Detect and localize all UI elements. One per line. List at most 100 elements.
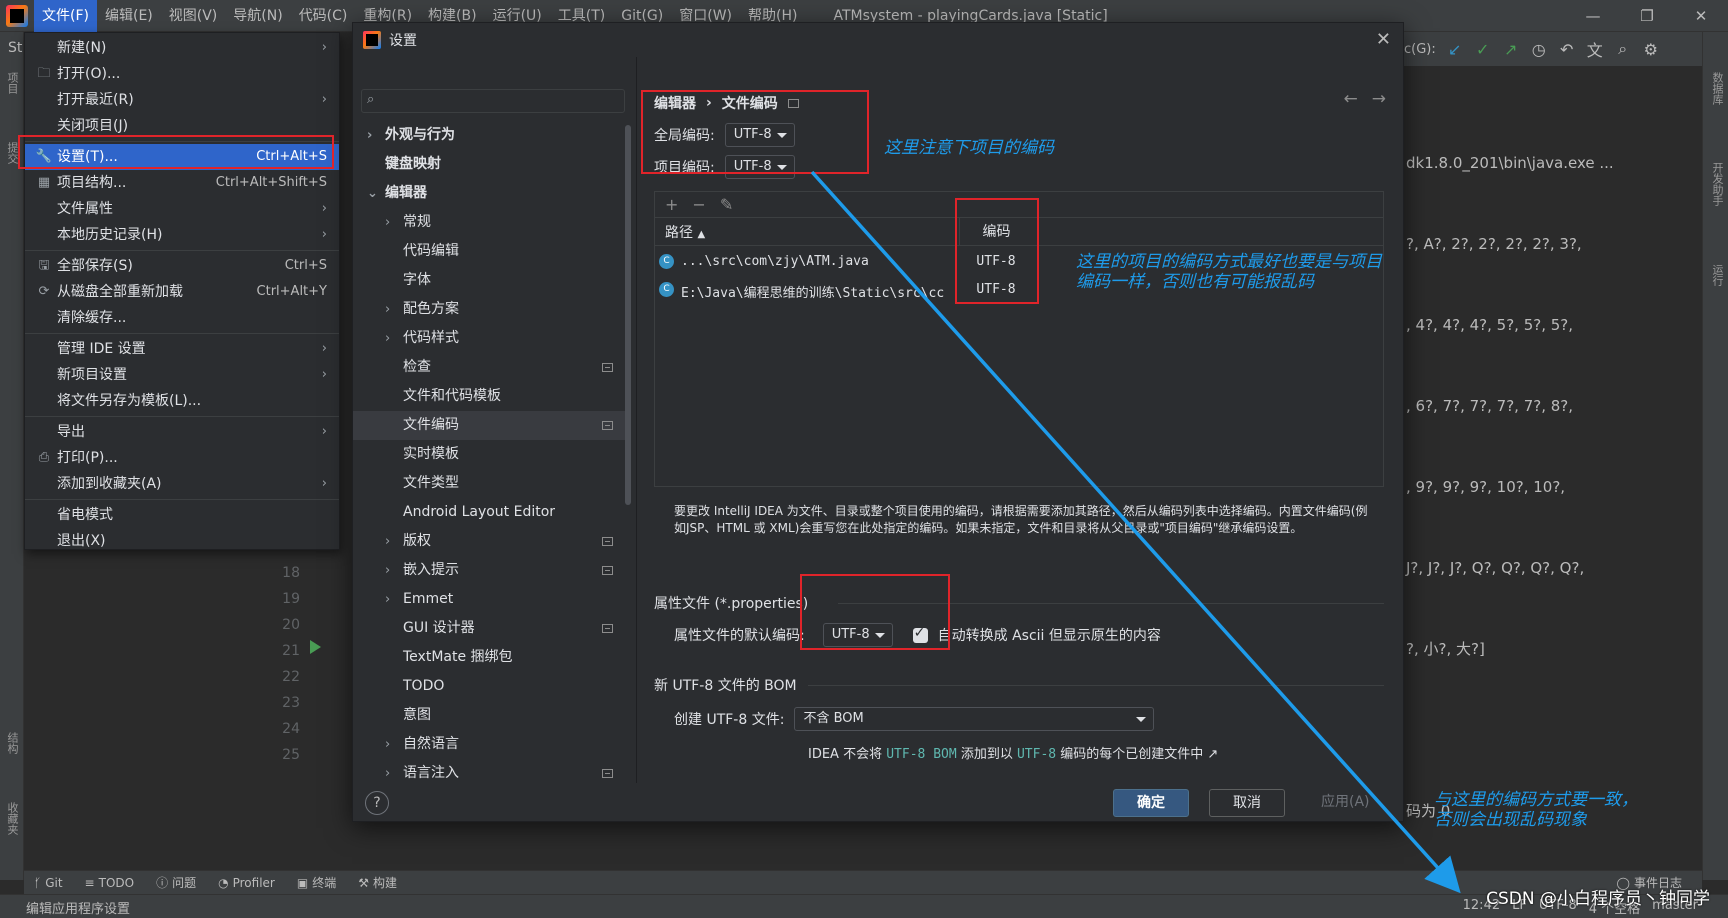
file-menu-item[interactable]: 退出(X) — [25, 528, 339, 554]
close-window-icon[interactable]: ✕ — [1674, 0, 1728, 32]
back-arrow-icon[interactable]: ← — [1344, 89, 1358, 109]
settings-tree-item[interactable]: 文件和代码模板 — [353, 382, 629, 411]
menu-item[interactable]: 代码(C) — [291, 0, 356, 32]
tool-problems[interactable]: ⓘ 问题 — [156, 874, 196, 891]
file-menu-item[interactable]: 打开最近(R) › — [25, 87, 339, 113]
file-menu-item[interactable]: 添加到收藏夹(A) › — [25, 471, 339, 497]
settings-tree-item[interactable]: › 自然语言 — [353, 730, 629, 759]
menu-item[interactable]: 编辑(E) — [97, 0, 161, 32]
forward-arrow-icon[interactable]: → — [1372, 89, 1386, 109]
settings-tree-item[interactable]: Android Layout Editor — [353, 498, 629, 527]
rollback-icon[interactable]: ↶ — [1558, 40, 1576, 59]
settings-search[interactable]: ⌕ — [361, 89, 625, 113]
apply-button[interactable]: 应用(A) — [1305, 789, 1386, 817]
tool-git[interactable]: ᚶ Git — [34, 876, 63, 890]
file-menu-item[interactable]: 文件属性 › — [25, 196, 339, 222]
settings-tree-item[interactable]: ⌄ 编辑器 — [353, 179, 629, 208]
chevron-right-icon[interactable]: › — [385, 295, 390, 324]
chevron-right-icon[interactable]: › — [385, 730, 390, 759]
note-line: 这里的项目的编码方式最好也要是与项目 — [1076, 252, 1382, 272]
file-menu-item[interactable]: 🖫 全部保存(S) Ctrl+S — [25, 253, 339, 279]
tool-run[interactable]: 运行 — [1709, 264, 1725, 286]
bom-select[interactable]: 不含 BOM — [794, 707, 1155, 731]
settings-tree-item[interactable]: 意图 — [353, 701, 629, 730]
file-menu-item[interactable]: 本地历史记录(H) › — [25, 222, 339, 248]
settings-tree-item[interactable]: › 嵌入提示 — [353, 556, 629, 585]
menu-item[interactable]: 视图(V) — [161, 0, 226, 32]
tool-project[interactable]: 项目 — [4, 72, 20, 94]
tool-structure[interactable]: 结构 — [4, 732, 20, 754]
settings-search-input[interactable] — [386, 92, 616, 110]
run-gutter-icon[interactable] — [310, 640, 321, 654]
settings-tree-item[interactable]: › 配色方案 — [353, 295, 629, 324]
tool-build[interactable]: ⚒ 构建 — [358, 874, 397, 891]
chevron-down-icon[interactable]: ⌄ — [367, 179, 378, 208]
file-menu-label: 退出(X) — [57, 533, 106, 549]
chevron-right-icon[interactable]: › — [385, 208, 390, 237]
settings-tree-item[interactable]: › 外观与行为 — [353, 121, 629, 150]
file-menu-item[interactable]: 🗀 打开(O)... — [25, 61, 339, 87]
git-push-icon[interactable]: ↗ — [1502, 40, 1520, 59]
settings-tree-item[interactable]: › 代码样式 — [353, 324, 629, 353]
restore-icon[interactable]: ❐ — [1620, 0, 1674, 32]
edit-icon[interactable]: ✎ — [720, 195, 733, 214]
editor-tab-fragment[interactable]: St — [8, 40, 22, 56]
project-scope-icon — [602, 421, 613, 430]
settings-tree-item[interactable]: 文件类型 — [353, 469, 629, 498]
chevron-right-icon[interactable]: › — [367, 121, 372, 150]
gear-icon[interactable]: ⚙ — [1642, 40, 1660, 59]
file-menu-item[interactable]: 管理 IDE 设置 › — [25, 336, 339, 362]
file-menu-item[interactable]: ▦ 项目结构... Ctrl+Alt+Shift+S — [25, 170, 339, 196]
history-icon[interactable]: ◷ — [1530, 40, 1548, 59]
chevron-right-icon[interactable]: › — [385, 556, 390, 585]
search-icon[interactable]: ⌕ — [1614, 39, 1632, 59]
settings-tree-item[interactable]: › 版权 — [353, 527, 629, 556]
remove-icon[interactable]: − — [692, 195, 705, 214]
hint-link[interactable]: 编码的每个已创建文件中 ↗ — [1060, 747, 1218, 762]
settings-tree-item[interactable]: TextMate 捆绑包 — [353, 643, 629, 672]
settings-tree-item[interactable]: 检查 — [353, 353, 629, 382]
add-icon[interactable]: + — [665, 195, 678, 214]
note-status-encoding: 与这里的编码方式要一致， 否则会出现乱码现象 — [1434, 790, 1638, 830]
tree-item-label: 实时模板 — [403, 446, 459, 462]
settings-tree-item[interactable]: › Emmet — [353, 585, 629, 614]
tool-favorites[interactable]: 收藏夹 — [4, 802, 20, 835]
file-menu-item[interactable]: 新建(N) › — [25, 35, 339, 61]
tool-dev-helper[interactable]: 开发助手 — [1709, 162, 1725, 206]
settings-tree-item[interactable]: 代码编辑 — [353, 237, 629, 266]
tree-scrollbar[interactable] — [625, 125, 631, 505]
ok-button[interactable]: 确定 — [1113, 789, 1189, 817]
help-button[interactable]: ? — [365, 791, 389, 815]
chevron-right-icon[interactable]: › — [385, 527, 390, 556]
menu-item[interactable]: 导航(N) — [225, 0, 290, 32]
settings-tree-item[interactable]: 字体 — [353, 266, 629, 295]
file-menu-item[interactable]: 导出 › — [25, 419, 339, 445]
file-menu-item[interactable]: 新项目设置 › — [25, 362, 339, 388]
settings-tree-item[interactable]: 文件编码 — [353, 411, 629, 440]
menu-item[interactable]: 文件(F) — [34, 0, 97, 32]
file-menu-item[interactable]: ⎙ 打印(P)... — [25, 445, 339, 471]
save-icon: 🖫 — [38, 258, 50, 273]
settings-tree-item[interactable]: TODO — [353, 672, 629, 701]
git-commit-icon[interactable]: ✓ — [1474, 40, 1492, 59]
close-icon[interactable]: ✕ — [1376, 29, 1391, 50]
column-path[interactable]: 路径 ▲ — [665, 222, 705, 242]
tool-todo[interactable]: ≡ TODO — [85, 876, 135, 890]
settings-tree-item[interactable]: 实时模板 — [353, 440, 629, 469]
minimize-icon[interactable]: — — [1566, 0, 1620, 32]
file-menu-item[interactable]: 清除缓存... — [25, 305, 339, 331]
tool-database[interactable]: 数据库 — [1709, 72, 1725, 105]
tool-profiler[interactable]: ◔ Profiler — [218, 876, 275, 890]
file-menu-item[interactable]: 将文件另存为模板(L)... — [25, 388, 339, 414]
settings-tree-item[interactable]: › 常规 — [353, 208, 629, 237]
file-menu-item[interactable]: 省电模式 — [25, 502, 339, 528]
cancel-button[interactable]: 取消 — [1209, 789, 1285, 817]
tool-terminal[interactable]: ▣ 终端 — [297, 874, 336, 891]
settings-tree-item[interactable]: GUI 设计器 — [353, 614, 629, 643]
chevron-right-icon[interactable]: › — [385, 324, 390, 353]
settings-tree-item[interactable]: 键盘映射 — [353, 150, 629, 179]
git-update-icon[interactable]: ↙ — [1446, 40, 1464, 59]
chevron-right-icon[interactable]: › — [385, 585, 390, 614]
translate-icon[interactable]: 文 — [1586, 37, 1604, 61]
file-menu-item[interactable]: ⟳ 从磁盘全部重新加载 Ctrl+Alt+Y — [25, 279, 339, 305]
